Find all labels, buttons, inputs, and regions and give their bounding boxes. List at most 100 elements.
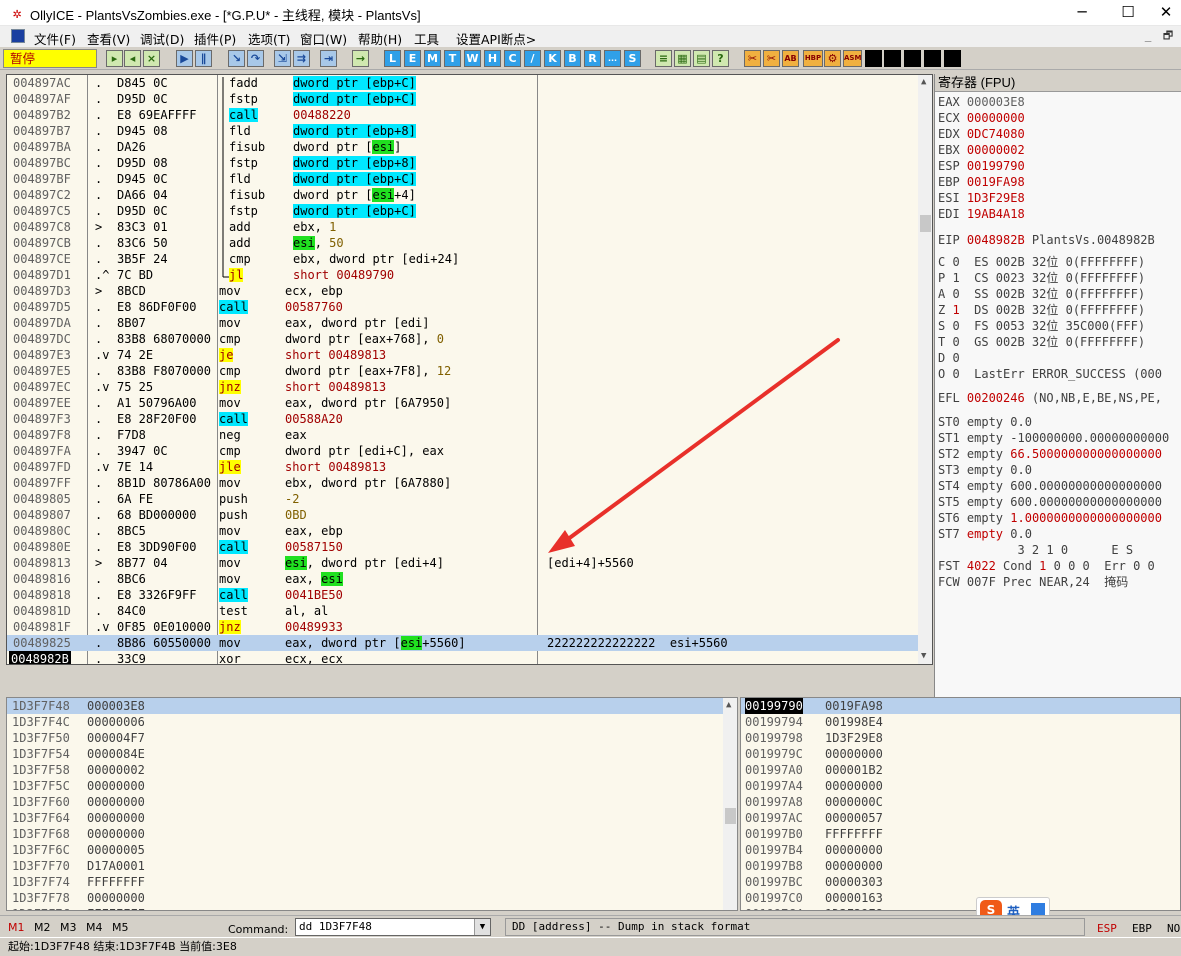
flag-bit[interactable]: 0 <box>952 255 959 269</box>
register-value[interactable]: 4022 <box>967 559 996 573</box>
disassembly-pane[interactable]: 004897AC. D845 0C fadd dword ptr [ebp+C] 004… <box>6 74 933 665</box>
mark-button-4[interactable]: M4 <box>86 921 103 934</box>
menu-item[interactable]: 调试(D) <box>140 29 184 48</box>
fpu-value[interactable]: 66.500000000000000000 <box>1010 447 1162 461</box>
mark-button-3[interactable]: M3 <box>60 921 77 934</box>
dump-row[interactable]: 1D3F7F48 000003E8 <box>7 698 723 714</box>
view-button-6[interactable]: C <box>504 50 521 67</box>
menu-item[interactable]: 窗口(W) <box>300 29 347 48</box>
fpu-value[interactable]: 1.0000000000000000000 <box>1010 511 1162 525</box>
scroll-up-icon[interactable]: ▲ <box>921 77 926 87</box>
view-button-1[interactable]: E <box>404 50 421 67</box>
flag-bit[interactable]: 1 <box>952 271 959 285</box>
flag-bit[interactable]: 0 <box>952 367 959 381</box>
asm-plugin-icon[interactable]: ASM <box>843 50 862 67</box>
view-button-8[interactable]: K <box>544 50 561 67</box>
grid-alt-icon[interactable]: ▤ <box>693 50 710 67</box>
chevron-down-icon[interactable]: ▼ <box>474 919 490 935</box>
pause-icon[interactable]: ∥ <box>195 50 212 67</box>
view-button-12[interactable]: S <box>624 50 641 67</box>
close-program-icon[interactable]: × <box>143 50 160 67</box>
view-button-11[interactable]: ... <box>604 50 621 67</box>
flag-bit[interactable]: 0 <box>952 335 959 349</box>
stack-pane[interactable]: 00199790 0019FA98 00199794 001998E4 00199798… <box>740 697 1181 911</box>
open-icon[interactable]: ▸ <box>106 50 123 67</box>
register-value[interactable]: 00200246 <box>967 391 1025 405</box>
disassembly-scrollbar[interactable]: ▲ ▼ <box>918 75 932 664</box>
register-value[interactable]: 0DC74080 <box>967 127 1025 141</box>
menu-item[interactable]: 设置API断点> <box>456 29 536 48</box>
fpu-value[interactable]: 0.0 <box>1010 415 1032 429</box>
trace-over-icon[interactable]: ⇉ <box>293 50 310 67</box>
mdi-minimize-button[interactable]: _ <box>1139 29 1157 44</box>
scrollbar-thumb[interactable] <box>920 215 931 232</box>
close-button[interactable]: ✕ <box>1151 0 1181 26</box>
menu-item[interactable]: 文件(F) <box>34 29 76 48</box>
black-button-3[interactable] <box>904 50 921 67</box>
reg-button-esp[interactable]: ESP <box>1097 922 1117 935</box>
grid-icon[interactable]: ▦ <box>674 50 691 67</box>
mark-button-2[interactable]: M2 <box>34 921 51 934</box>
view-button-2[interactable]: M <box>424 50 441 67</box>
dump-scrollbar[interactable]: ▲ <box>723 698 737 910</box>
view-button-9[interactable]: B <box>564 50 581 67</box>
maximize-button[interactable]: ☐ <box>1105 0 1151 26</box>
menu-item[interactable]: 插件(P) <box>194 29 236 48</box>
register-value[interactable]: 19AB4A18 <box>967 207 1025 221</box>
plugin-icon-1[interactable]: ✂ <box>744 50 761 67</box>
registers-pane[interactable]: 寄存器 (FPU) EAX 000003E8 ECX 00000000 EDX 0D… <box>934 74 1181 697</box>
flag-bit[interactable]: 0 <box>952 351 959 365</box>
mark-button-1[interactable]: M1 <box>8 921 25 934</box>
help-icon[interactable]: ? <box>712 50 729 67</box>
go-to-icon[interactable]: → <box>352 50 369 67</box>
fpu-value[interactable]: 600.00000000000000000 <box>1010 479 1162 493</box>
stack-row[interactable]: 00199790 0019FA98 <box>741 698 1180 714</box>
mark-button-5[interactable]: M5 <box>112 921 129 934</box>
menu-item[interactable]: 帮助(H) <box>358 29 402 48</box>
register-value[interactable]: 00199790 <box>967 159 1025 173</box>
view-button-4[interactable]: W <box>464 50 481 67</box>
register-value[interactable]: 00000002 <box>967 143 1025 157</box>
scroll-up-icon[interactable]: ▲ <box>726 700 731 710</box>
mdi-child-icon[interactable] <box>11 29 25 43</box>
menu-item[interactable]: 选项(T) <box>248 29 290 48</box>
step-into-icon[interactable]: ↘ <box>228 50 245 67</box>
ab-plugin-icon[interactable]: AB <box>782 50 799 67</box>
menu-item[interactable]: 查看(V) <box>87 29 130 48</box>
view-button-10[interactable]: R <box>584 50 601 67</box>
mdi-restore-button[interactable]: 🗗 <box>1159 29 1177 44</box>
memory-dump-pane[interactable]: 1D3F7F48 000003E8 1D3F7F4C 00000006 1D3F7F50… <box>6 697 738 911</box>
execute-till-return-icon[interactable]: ⇥ <box>320 50 337 67</box>
black-button-1[interactable] <box>865 50 882 67</box>
reg-button-no[interactable]: NO <box>1167 922 1180 935</box>
fpu-value[interactable]: 0.0 <box>1010 527 1032 541</box>
trace-into-icon[interactable]: ⇲ <box>274 50 291 67</box>
fpu-value[interactable]: -100000000.00000000000 <box>1010 431 1169 445</box>
menu-item[interactable]: 工具 <box>414 29 439 48</box>
minimize-button[interactable]: ─ <box>1059 0 1105 26</box>
step-over-icon[interactable]: ↷ <box>247 50 264 67</box>
view-button-3[interactable]: T <box>444 50 461 67</box>
view-button-5[interactable]: H <box>484 50 501 67</box>
black-button-5[interactable] <box>944 50 961 67</box>
view-button-0[interactable]: L <box>384 50 401 67</box>
reg-button-ebp[interactable]: EBP <box>1132 922 1152 935</box>
list-icon[interactable]: ≡ <box>655 50 672 67</box>
scrollbar-thumb[interactable] <box>725 808 736 824</box>
flag-bit[interactable]: 1 <box>952 303 959 317</box>
register-value[interactable]: 007F <box>967 575 996 589</box>
register-value[interactable]: 0048982B <box>967 233 1025 247</box>
register-value[interactable]: 1D3F29E8 <box>967 191 1025 205</box>
plugin-icon-2[interactable]: ✂ <box>763 50 780 67</box>
plugin-gear-icon[interactable]: ⚙ <box>824 50 841 67</box>
run-icon[interactable]: ▶ <box>176 50 193 67</box>
register-value[interactable]: 000003E8 <box>967 95 1025 109</box>
hbp-plugin-icon[interactable]: HBP <box>803 50 823 67</box>
view-button-7[interactable]: / <box>524 50 541 67</box>
scroll-down-icon[interactable]: ▼ <box>921 651 926 661</box>
register-value[interactable]: 00000000 <box>967 111 1025 125</box>
command-input[interactable]: dd 1D3F7F48 <box>295 918 491 936</box>
fpu-value[interactable]: 0.0 <box>1010 463 1032 477</box>
fpu-value[interactable]: 600.00000000000000000 <box>1010 495 1162 509</box>
black-button-2[interactable] <box>884 50 901 67</box>
